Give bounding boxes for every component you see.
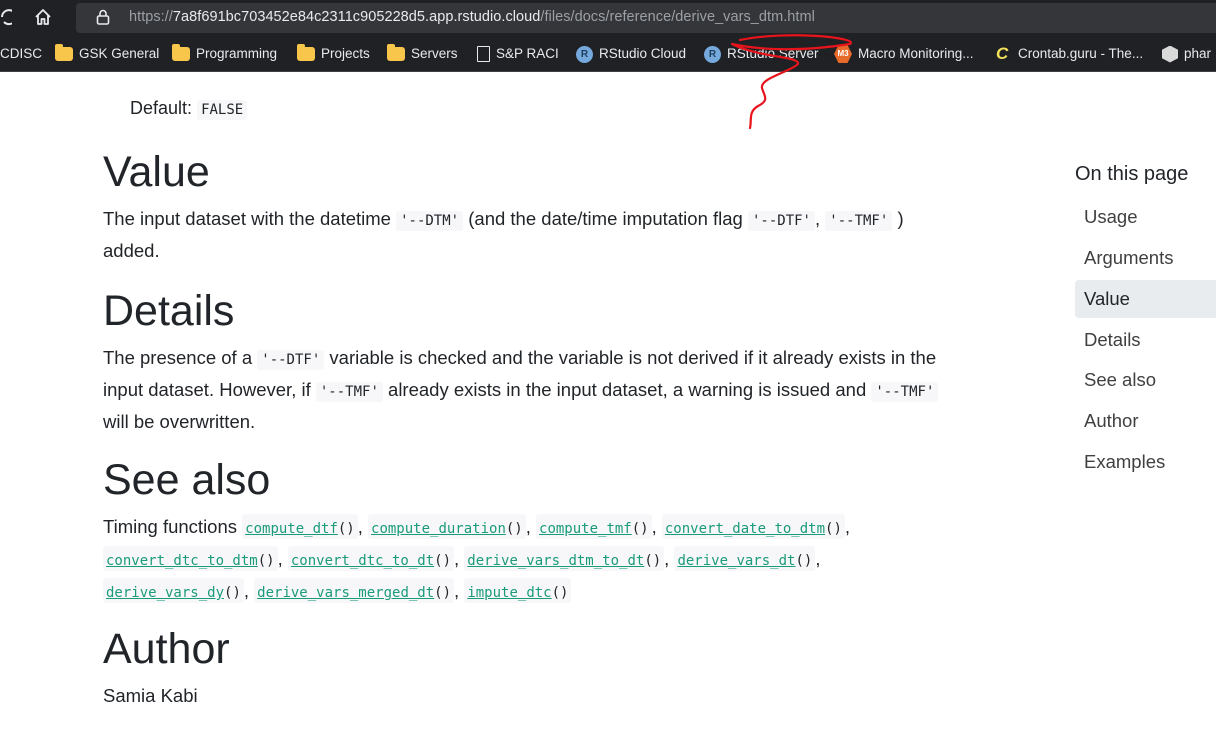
call-parens: () xyxy=(644,553,662,569)
link-compute-duration[interactable]: compute_duration xyxy=(371,521,506,537)
folder-icon xyxy=(387,44,405,61)
separator: , xyxy=(815,208,821,229)
link-impute-dtc[interactable]: impute_dtc xyxy=(467,585,551,601)
default-label: Default: xyxy=(130,98,193,118)
lock-icon[interactable] xyxy=(96,9,110,25)
link-derive-vars-dy[interactable]: derive_vars_dy xyxy=(106,585,224,601)
details-text: The presence of a xyxy=(103,347,253,368)
see-also-intro: Timing functions xyxy=(103,516,238,537)
link-compute-dtf[interactable]: compute_dtf xyxy=(245,521,338,537)
details-heading: Details xyxy=(103,287,235,335)
url-scheme: https:// xyxy=(129,9,173,25)
page-content: Default: FALSE Value The input dataset w… xyxy=(0,73,1216,745)
url-path: /files/docs/reference/derive_vars_dtm.ht… xyxy=(540,9,815,25)
bookmark-rstudio-server[interactable]: R RStudio Server xyxy=(704,36,819,71)
author-heading: Author xyxy=(103,625,230,673)
home-icon[interactable] xyxy=(32,6,54,28)
link-convert-dtc-to-dt[interactable]: convert_dtc_to_dt xyxy=(291,553,434,569)
bookmark-phar[interactable]: phar xyxy=(1162,36,1212,71)
link-derive-vars-dtm-to-dt[interactable]: derive_vars_dtm_to_dt xyxy=(467,553,644,569)
bookmarks-bar: CDISC GSK General Programming Projects S… xyxy=(0,36,1216,72)
bookmark-label: phar xyxy=(1184,46,1212,61)
see-also-heading: See also xyxy=(103,456,271,504)
bookmark-label: GSK General xyxy=(79,46,160,61)
bookmark-servers[interactable]: Servers xyxy=(387,36,458,71)
see-also-paragraph: Timing functions compute_dtf(), compute_… xyxy=(103,514,851,603)
bookmark-projects[interactable]: Projects xyxy=(297,36,370,71)
inline-code: '--DTM' xyxy=(396,211,464,231)
toc-item-see-also[interactable]: See also xyxy=(1075,361,1216,399)
bookmark-label: Crontab.guru - The... xyxy=(1018,46,1144,61)
folder-icon xyxy=(172,44,190,61)
value-text: (and the date/time imputation flag xyxy=(468,208,743,229)
call-parens: () xyxy=(224,585,241,601)
call-parens: () xyxy=(631,521,649,537)
call-parens: () xyxy=(434,585,452,601)
details-text: already exists in the input dataset, a w… xyxy=(388,379,867,400)
toc-item-examples[interactable]: Examples xyxy=(1075,443,1216,481)
bookmark-label: Programming xyxy=(196,46,278,61)
toc-item-author[interactable]: Author xyxy=(1075,402,1216,440)
bookmark-rstudio-cloud[interactable]: R RStudio Cloud xyxy=(576,36,687,71)
bookmark-label: RStudio Cloud xyxy=(599,46,687,61)
call-parens: () xyxy=(825,521,842,537)
refresh-icon[interactable] xyxy=(0,6,12,28)
inline-code: '--DTF' xyxy=(747,211,815,231)
call-parens: () xyxy=(434,553,452,569)
folder-icon xyxy=(297,44,315,61)
call-parens: () xyxy=(505,521,523,537)
link-convert-date-to-dtm[interactable]: convert_date_to_dtm xyxy=(665,521,825,537)
crontab-icon: C xyxy=(996,44,1009,63)
inline-code: '--DTF' xyxy=(257,350,325,370)
rstudio-icon: R xyxy=(704,45,721,63)
bookmark-label: Servers xyxy=(411,46,458,61)
browser-toolbar: https://7a8f691bc703452e84c2311c905228d5… xyxy=(0,0,1216,36)
toc-item-arguments[interactable]: Arguments xyxy=(1075,239,1216,277)
link-convert-dtc-to-dtm[interactable]: convert_dtc_to_dtm xyxy=(106,553,258,569)
toc-item-details[interactable]: Details xyxy=(1075,321,1216,359)
bookmark-macro-monitoring[interactable]: M3 Macro Monitoring... xyxy=(834,36,974,71)
bookmark-programming[interactable]: Programming xyxy=(172,36,278,71)
toc-item-usage[interactable]: Usage xyxy=(1075,198,1216,236)
folder-icon xyxy=(55,44,73,61)
m3-icon: M3 xyxy=(834,45,852,63)
call-parens: () xyxy=(337,521,355,537)
inline-code: '--TMF' xyxy=(871,382,939,402)
call-parens: () xyxy=(795,553,813,569)
details-paragraph: The presence of a '--DTF' variable is ch… xyxy=(103,343,963,437)
link-compute-tmf[interactable]: compute_tmf xyxy=(539,521,632,537)
inline-code: '--TMF' xyxy=(825,211,893,231)
toc-item-value[interactable]: Value xyxy=(1075,280,1216,318)
value-heading: Value xyxy=(103,148,210,196)
bookmark-gsk-general[interactable]: GSK General xyxy=(55,36,160,71)
author-name: Samia Kabi xyxy=(103,685,198,706)
value-paragraph: The input dataset with the datetime '--D… xyxy=(103,204,963,266)
bookmark-label: Macro Monitoring... xyxy=(858,46,974,61)
bookmark-label: Projects xyxy=(321,46,370,61)
bookmark-crontab-guru[interactable]: C Crontab.guru - The... xyxy=(996,36,1144,71)
default-value: FALSE xyxy=(197,100,248,120)
bookmark-label: S&P RACI xyxy=(496,46,559,61)
page-icon xyxy=(477,46,490,62)
link-derive-vars-merged-dt[interactable]: derive_vars_merged_dt xyxy=(257,585,434,601)
link-derive-vars-dt[interactable]: derive_vars_dt xyxy=(677,553,795,569)
details-text: will be overwritten. xyxy=(103,411,256,432)
bookmark-sp-raci[interactable]: S&P RACI xyxy=(477,36,559,71)
default-line: Default: FALSE xyxy=(130,98,248,120)
inline-code: '--TMF' xyxy=(315,382,383,402)
call-parens: () xyxy=(551,585,569,601)
bookmark-label: RStudio Server xyxy=(727,46,819,61)
url-host: 7a8f691bc703452e84c2311c905228d5.app.rst… xyxy=(172,9,541,25)
call-parens: () xyxy=(257,553,275,569)
rstudio-icon: R xyxy=(576,45,593,63)
bookmark-label: CDISC xyxy=(0,46,43,61)
toc-title: On this page xyxy=(1075,163,1189,185)
bookmark-cdisc[interactable]: CDISC xyxy=(0,36,43,71)
url-text[interactable]: https://7a8f691bc703452e84c2311c905228d5… xyxy=(129,9,815,25)
value-text: The input dataset with the datetime xyxy=(103,208,391,229)
hexagon-icon xyxy=(1162,45,1178,63)
